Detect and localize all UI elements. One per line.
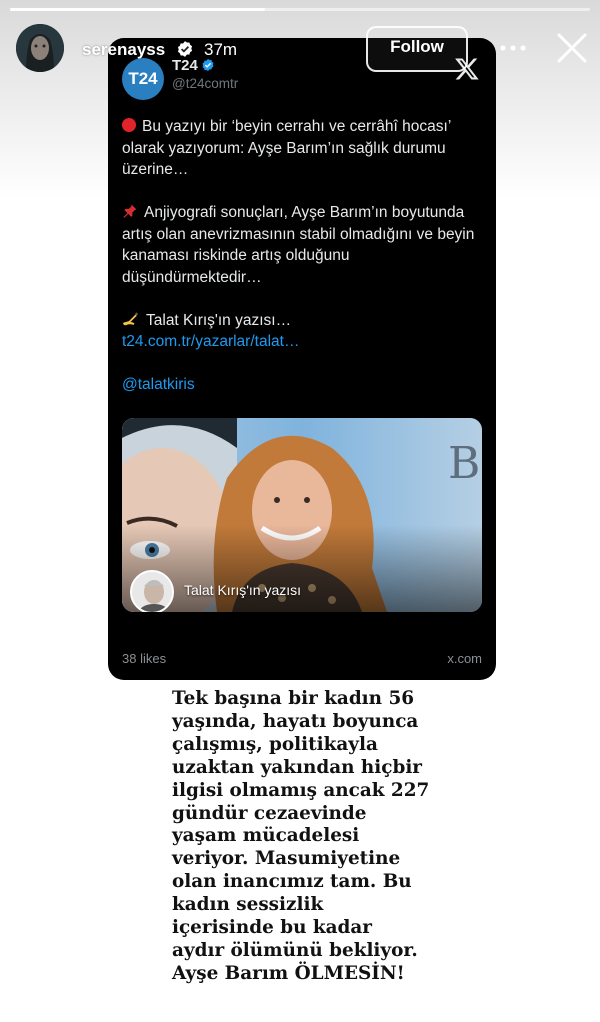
media-background-letter: B [448, 438, 481, 489]
tweet-line: olarak yazıyorum: Ayşe Barım’ın sağlık d… [122, 139, 446, 157]
tweet-line: düşündürmektedir… [122, 268, 262, 286]
likes-count[interactable]: 38 likes [122, 651, 166, 666]
follow-button[interactable]: Follow [366, 26, 468, 72]
caption-line: içerisinde bu kadar [172, 917, 372, 939]
source-domain[interactable]: x.com [447, 651, 482, 666]
caption-line: uzaktan yakından hiçbir [172, 756, 422, 778]
story-caption: Tek başına bir kadın 56 yaşında, hayatı … [172, 688, 472, 986]
caption-line: veriyor. Masumiyetine [172, 848, 401, 870]
embedded-tweet-card[interactable]: T24 T24 @t24comtr Bu yazıyı bir ‘beyin c… [108, 38, 496, 680]
caption-line: Ayşe Barım ÖLMESİN! [172, 962, 405, 984]
story-header: serenayss 37m Follow [0, 22, 600, 74]
verified-badge-icon [177, 41, 193, 57]
story-progress-fill [10, 8, 266, 11]
story-username[interactable]: serenayss [82, 40, 165, 60]
tweet-line: Talat Kırış'ın yazısı… [146, 311, 292, 329]
media-caption: Talat Kırış'ın yazısı [184, 582, 302, 598]
caption-line: kadın sessizlik [172, 894, 324, 916]
tweet-media-image[interactable]: B Talat Kırış'ın yazısı [122, 418, 482, 612]
caption-line: yaşam mücadelesi [172, 825, 360, 847]
close-icon[interactable] [556, 32, 588, 64]
story-progress-bar [10, 8, 590, 11]
caption-line: gündür cezaevinde [172, 802, 367, 824]
caption-line: aydır ölümünü bekliyor. [172, 939, 418, 961]
tweet-line: üzerine… [122, 161, 189, 178]
article-link[interactable]: t24.com.tr/yazarlar/talat… [122, 331, 484, 353]
tweet-line: Anjiyografi sonuçları, Ayşe Barım’ın boy… [144, 204, 465, 221]
author-avatar [130, 570, 174, 612]
media-illustration [122, 418, 482, 612]
caption-line: Tek başına bir kadın 56 [172, 688, 415, 709]
tweet-line: kanaması riskinde artış olduğunu [122, 247, 350, 264]
user-avatar[interactable] [16, 24, 64, 72]
tweet-handle[interactable]: @t24comtr [172, 76, 238, 91]
pushpin-emoji-icon [123, 204, 137, 218]
writing-hand-emoji-icon [123, 311, 139, 325]
more-horizontal-icon[interactable] [498, 42, 528, 54]
caption-line: yaşında, hayatı boyunca [172, 710, 419, 732]
caption-line: ilgisi olmamış ancak 227 [172, 779, 430, 801]
story-timestamp: 37m [204, 40, 238, 59]
tweet-text: Bu yazıyı bir ‘beyin cerrahı ve cerrâhî … [122, 116, 484, 396]
tweet-line: artış olan anevrizmasının stabil olmadığ… [122, 225, 475, 243]
red-circle-emoji-icon [122, 118, 136, 132]
caption-line: olan inancımız tam. Bu [172, 871, 412, 893]
mention-link[interactable]: @talatkiris [122, 374, 484, 396]
tweet-line: Bu yazıyı bir ‘beyin cerrahı ve cerrâhî … [142, 118, 452, 135]
caption-line: çalışmış, politikayla [172, 733, 378, 755]
